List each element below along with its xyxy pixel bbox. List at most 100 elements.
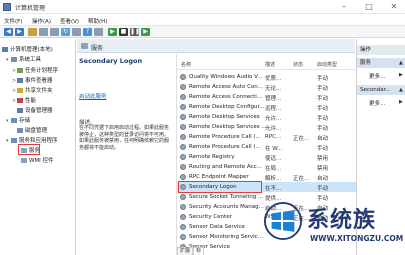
menu-file[interactable]: 文件(F) <box>4 17 22 25</box>
selected-service-title: Secondary Logon <box>79 57 143 65</box>
service-name: Remote Desktop Services <box>189 114 260 120</box>
service-name: Quality Windows Audio V... <box>189 74 263 80</box>
service-name: Remote Desktop Services ... <box>189 124 267 130</box>
service-row[interactable]: Routing and Remote Acc... 在局... 禁用 <box>177 162 356 172</box>
service-name: Remote Access Auto Con... <box>189 84 264 90</box>
service-description: 在 W... <box>265 146 283 152</box>
export-list-icon[interactable] <box>72 28 81 36</box>
service-description: 管理... <box>265 96 282 102</box>
show-action-pane-icon[interactable] <box>94 28 103 36</box>
back-icon[interactable]: ◀ <box>4 28 13 36</box>
service-description: 允许... <box>265 126 282 132</box>
event-viewer-icon <box>17 78 23 83</box>
menu-view[interactable]: 查看(V) <box>60 17 79 25</box>
menu-action[interactable]: 操作(A) <box>32 17 51 25</box>
service-gear-icon <box>180 154 186 160</box>
service-gear-icon <box>180 134 186 140</box>
show-hide-tree-icon[interactable] <box>39 28 48 36</box>
tree-item-system-tools[interactable]: ▾ 系统工具 <box>6 55 41 64</box>
actions-section-secondary-logon[interactable]: Secondar... <box>357 85 405 95</box>
service-row[interactable]: Remote Access Auto Con... 无论... 手动 <box>177 82 356 92</box>
service-description: 远程... <box>265 106 282 112</box>
column-status[interactable]: 状态 <box>293 61 303 70</box>
tree-item-storage[interactable]: ▾ 存储 <box>6 116 30 125</box>
start-service-icon[interactable]: ▶ <box>108 28 117 36</box>
service-row[interactable]: Remote Desktop Configur... 远程... 手动 <box>177 102 356 112</box>
collapse-arrow-icon[interactable]: ▲ <box>399 60 403 66</box>
up-folder-icon[interactable] <box>28 28 37 36</box>
submenu-arrow-icon[interactable]: ▶ <box>399 99 403 105</box>
forward-icon[interactable]: ▶ <box>15 28 24 36</box>
tab-extended[interactable]: 扩展 <box>177 247 194 255</box>
service-startup-type: 手动 <box>317 76 329 82</box>
service-startup-type: 手动 <box>317 116 329 122</box>
windows-logo-icon <box>264 202 302 240</box>
pause-service-icon[interactable]: ❚❚ <box>130 28 140 36</box>
service-gear-icon <box>180 234 186 240</box>
service-row[interactable]: Quality Windows Audio V... 优质... 手动 <box>177 72 356 82</box>
watermark-url: WWW.XITONGZU.COM <box>310 234 404 243</box>
tab-standard[interactable]: 标准 <box>193 247 205 255</box>
submenu-arrow-icon[interactable]: ▶ <box>399 72 403 78</box>
service-status: 正在... <box>293 136 310 142</box>
service-name: Security Accounts Manag... <box>189 204 264 210</box>
service-startup-type: 手动 <box>317 126 329 132</box>
service-name: Secure Socket Tunneling ... <box>189 194 264 200</box>
menu-help[interactable]: 帮助(H) <box>88 17 107 25</box>
maximize-button[interactable]: □ <box>361 1 377 13</box>
tree-item-disk-management[interactable]: 磁盘管理 <box>17 126 47 135</box>
service-gear-icon <box>180 104 186 110</box>
refresh-icon[interactable]: ↻ <box>61 28 70 36</box>
tree-item-computer-management[interactable]: 计算机管理(本地) <box>2 45 53 54</box>
services-highlight-box <box>18 144 40 155</box>
column-description[interactable]: 描述 <box>265 61 275 70</box>
service-status: 正在... <box>293 176 310 182</box>
properties-icon[interactable] <box>50 28 59 36</box>
service-name: Remote Procedure Call (... <box>189 144 261 150</box>
minimize-button[interactable]: – <box>336 1 352 13</box>
performance-icon <box>17 98 23 103</box>
window-title: 计算机管理 <box>15 5 46 12</box>
service-row[interactable]: Remote Procedure Call (... RPC... 正在... 自动 <box>177 132 356 142</box>
close-button[interactable]: ✕ <box>386 1 402 13</box>
view-tabs: 扩展 标准 <box>77 247 205 255</box>
service-startup-type: 手动 <box>317 106 329 112</box>
tree-item-event-viewer[interactable]: > 事件查看器 <box>12 76 53 85</box>
service-gear-icon <box>180 224 186 230</box>
service-startup-type: 手动 <box>317 86 329 92</box>
more-actions-link[interactable]: 更多... <box>369 72 385 80</box>
column-startup-type[interactable]: 启动类型 <box>317 61 337 70</box>
tree-item-performance[interactable]: > 性能 <box>12 96 36 105</box>
service-description: 在局... <box>265 166 282 172</box>
column-name[interactable]: 名称 <box>181 61 191 70</box>
service-startup-type: 自动 <box>317 136 329 142</box>
actions-section-services[interactable]: 服务 <box>357 58 405 68</box>
service-row[interactable]: Remote Access Connecti... 管理... 手动 <box>177 92 356 102</box>
collapse-arrow-icon[interactable]: ▲ <box>399 87 403 93</box>
restart-service-icon[interactable]: ▶ <box>141 28 150 36</box>
start-service-link[interactable]: 启动此服务 <box>79 92 107 100</box>
service-row[interactable]: Remote Registry 使远... 禁用 <box>177 152 356 162</box>
service-description: 优质... <box>265 76 282 82</box>
tree-item-wmi-control[interactable]: WMI 控件 <box>21 156 54 165</box>
tree-item-device-manager[interactable]: 设备管理器 <box>17 106 53 115</box>
service-name: Security Center <box>189 214 232 220</box>
computer-icon <box>2 47 8 52</box>
help-icon[interactable]: ? <box>83 28 92 36</box>
service-description: 允许... <box>265 116 282 122</box>
service-row[interactable]: Remote Desktop Services ... 允许... 手动 <box>177 122 356 132</box>
service-name: Remote Access Connecti... <box>189 94 263 100</box>
watermark-text: 系统族 <box>307 208 377 233</box>
service-gear-icon <box>180 84 186 90</box>
service-description: RPC... <box>265 134 282 140</box>
service-row[interactable]: Remote Desktop Services 允许... 手动 <box>177 112 356 122</box>
service-gear-icon <box>180 174 186 180</box>
more-actions-link[interactable]: 更多... <box>369 99 385 107</box>
services-header: 服务 <box>77 39 355 53</box>
stop-service-icon[interactable]: ■ <box>119 28 128 36</box>
tree-item-task-scheduler[interactable]: > 任务计划程序 <box>12 66 58 75</box>
service-row[interactable]: Remote Procedure Call (... 在 W... 手动 <box>177 142 356 152</box>
service-startup-type: 禁用 <box>317 156 329 162</box>
shared-folder-icon <box>17 88 23 93</box>
tree-item-shared-folders[interactable]: > 共享文件夹 <box>12 86 53 95</box>
